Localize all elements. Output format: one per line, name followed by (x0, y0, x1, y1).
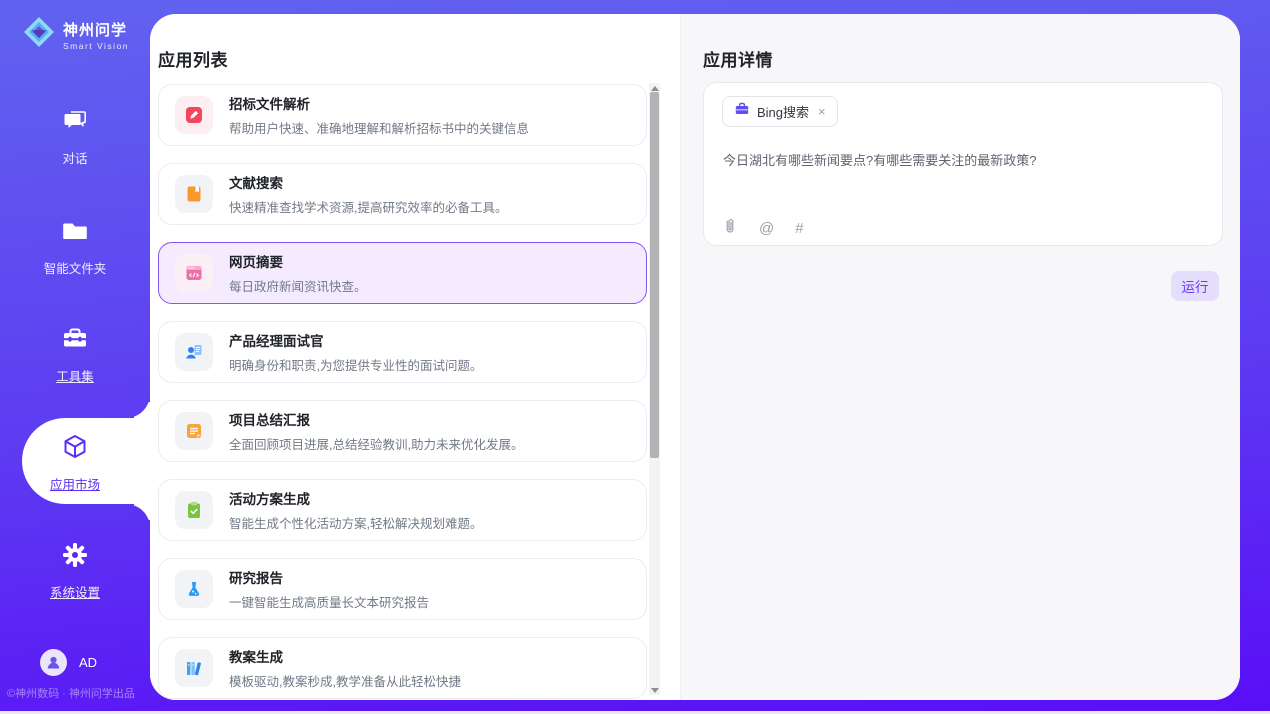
books-icon (175, 649, 213, 687)
browser-icon (175, 254, 213, 292)
sidebar-item-label: 应用市场 (0, 474, 150, 493)
gear-icon (60, 557, 90, 574)
brand-title: 神州问学 (63, 22, 127, 39)
toolbox-icon (60, 341, 90, 358)
sidebar-item-app-market[interactable]: 应用市场 (0, 432, 150, 493)
pen-square-icon (175, 96, 213, 134)
app-card-desc: 帮助用户快速、准确地理解和解析招标书中的关键信息 (229, 118, 529, 137)
note-icon (175, 412, 213, 450)
app-card-title: 教案生成 (229, 646, 461, 666)
app-card-title: 活动方案生成 (229, 488, 482, 508)
app-card-event-plan[interactable]: 活动方案生成 智能生成个性化活动方案,轻松解决规划难题。 (158, 479, 647, 541)
avatar[interactable] (40, 649, 67, 676)
interviewer-icon (175, 333, 213, 371)
app-card-web-summary[interactable]: 网页摘要 每日政府新闻资讯快查。 (158, 242, 647, 304)
app-card-title: 产品经理面试官 (229, 330, 482, 350)
user-row: AD (40, 649, 97, 676)
app-frame: 神州问学 Smart Vision 对话 智能文件夹 (0, 0, 1270, 711)
app-detail-panel: 应用详情 Bing搜索 × 今日湖北有哪些新闻要点?有哪些需要关注的最新政策? (680, 14, 1240, 700)
app-card-title: 项目总结汇报 (229, 409, 523, 429)
sidebar-item-label: 工具集 (0, 366, 150, 385)
clipboard-check-icon (175, 491, 213, 529)
app-card-desc: 全面回顾项目进展,总结经验教训,助力未来优化发展。 (229, 434, 523, 453)
close-icon[interactable]: × (818, 104, 826, 119)
user-label: AD (79, 655, 97, 670)
cube-icon (60, 449, 90, 466)
run-button[interactable]: 运行 (1171, 271, 1219, 301)
at-icon[interactable]: @ (759, 220, 774, 237)
book-icon (175, 175, 213, 213)
sidebar-item-chat[interactable]: 对话 (0, 106, 150, 167)
app-list-scrollbar[interactable] (649, 83, 660, 695)
sidebar-item-smart-folder[interactable]: 智能文件夹 (0, 216, 150, 277)
brand-logo: 神州问学 Smart Vision (22, 15, 129, 54)
brand-subtitle: Smart Vision (63, 41, 129, 51)
briefcase-icon (734, 101, 750, 122)
content-area: 应用列表 招标文件解析 帮助用户快速、准确地理解和解析招标书中的关键信息 (150, 14, 1240, 700)
app-card-pm-interviewer[interactable]: 产品经理面试官 明确身份和职责,为您提供专业性的面试问题。 (158, 321, 647, 383)
app-card-desc: 明确身份和职责,为您提供专业性的面试问题。 (229, 355, 482, 374)
tool-tag-bing-search[interactable]: Bing搜索 × (722, 96, 838, 127)
app-card-title: 招标文件解析 (229, 93, 529, 113)
attach-toolbar: @ # (722, 217, 804, 239)
copyright-footer: ©神州数码 · 神州问学出品 (7, 685, 135, 701)
tool-tag-label: Bing搜索 (757, 102, 809, 121)
research-icon (175, 570, 213, 608)
app-card-desc: 快速精准查找学术资源,提高研究效率的必备工具。 (229, 197, 507, 216)
folder-icon (60, 233, 90, 250)
app-card-desc: 每日政府新闻资讯快查。 (229, 276, 367, 295)
app-detail-title: 应用详情 (703, 46, 773, 71)
scroll-down-icon[interactable] (649, 685, 660, 695)
app-card-desc: 模板驱动,教案秒成,教学准备从此轻松快捷 (229, 671, 461, 690)
prompt-card[interactable]: Bing搜索 × 今日湖北有哪些新闻要点?有哪些需要关注的最新政策? @ # (703, 82, 1223, 246)
sidebar-item-toolset[interactable]: 工具集 (0, 324, 150, 385)
app-card-literature-search[interactable]: 文献搜索 快速精准查找学术资源,提高研究效率的必备工具。 (158, 163, 647, 225)
app-card-desc: 智能生成个性化活动方案,轻松解决规划难题。 (229, 513, 482, 532)
paperclip-icon[interactable] (722, 217, 738, 239)
app-card-title: 研究报告 (229, 567, 429, 587)
diamond-logo-icon (22, 15, 56, 54)
prompt-text[interactable]: 今日湖北有哪些新闻要点?有哪些需要关注的最新政策? (723, 151, 1203, 171)
app-card-lesson-plan[interactable]: 教案生成 模板驱动,教案秒成,教学准备从此轻松快捷 (158, 637, 647, 699)
app-card-title: 网页摘要 (229, 251, 367, 271)
app-card-title: 文献搜索 (229, 172, 507, 192)
sidebar-item-settings[interactable]: 系统设置 (0, 540, 150, 601)
app-card-project-summary[interactable]: 项目总结汇报 全面回顾项目进展,总结经验教训,助力未来优化发展。 (158, 400, 647, 462)
sidebar-item-label: 智能文件夹 (0, 258, 150, 277)
sidebar: 神州问学 Smart Vision 对话 智能文件夹 (0, 0, 150, 711)
app-card-research-report[interactable]: 研究报告 一键智能生成高质量长文本研究报告 (158, 558, 647, 620)
app-list-title: 应用列表 (158, 46, 228, 71)
user-icon (45, 654, 62, 671)
chat-icon (60, 123, 90, 140)
app-card-bid-parsing[interactable]: 招标文件解析 帮助用户快速、准确地理解和解析招标书中的关键信息 (158, 84, 647, 146)
sidebar-item-label: 系统设置 (0, 582, 150, 601)
scrollbar-thumb[interactable] (650, 92, 659, 458)
sidebar-item-label: 对话 (0, 148, 150, 167)
hash-icon[interactable]: # (795, 220, 803, 237)
app-card-desc: 一键智能生成高质量长文本研究报告 (229, 592, 429, 611)
app-list-panel: 应用列表 招标文件解析 帮助用户快速、准确地理解和解析招标书中的关键信息 (150, 14, 680, 700)
app-cards: 招标文件解析 帮助用户快速、准确地理解和解析招标书中的关键信息 文献搜索 快速精… (158, 84, 647, 700)
